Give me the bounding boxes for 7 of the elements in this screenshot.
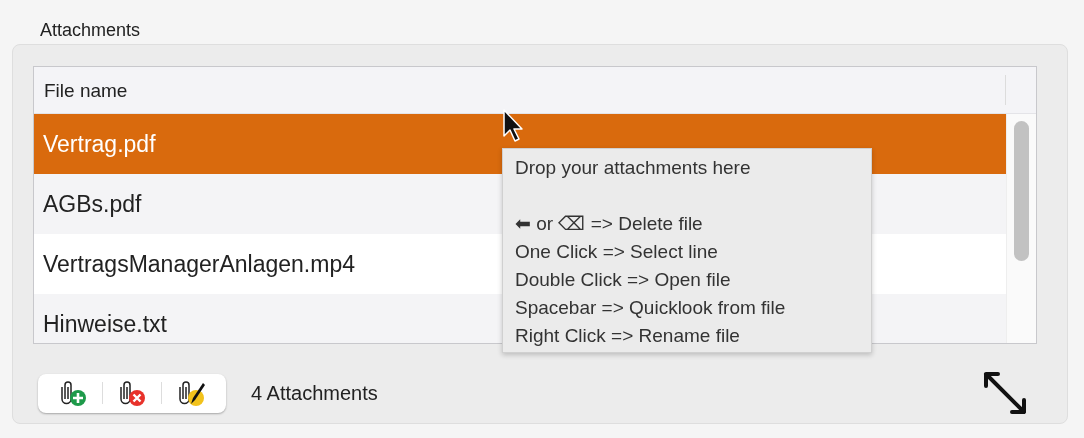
tooltip-line: Spacebar => Quicklook from file xyxy=(515,296,787,320)
tooltip-line: ⬅ or ⌫ => Delete file xyxy=(515,212,704,236)
tooltip-line: Double Click => Open file xyxy=(515,268,732,292)
group-title: Attachments xyxy=(40,20,142,42)
tooltip-line: Right Click => Rename file xyxy=(515,324,741,348)
attachment-count: 4 Attachments xyxy=(251,381,378,405)
tooltip-line: One Click => Select line xyxy=(515,240,719,264)
